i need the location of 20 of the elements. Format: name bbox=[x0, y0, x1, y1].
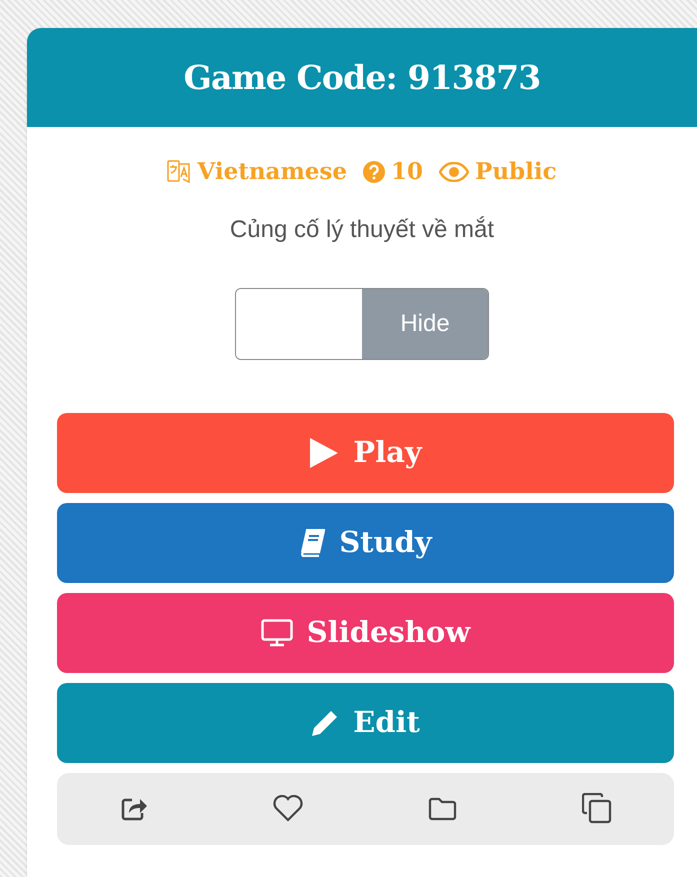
game-code-title: Game Code: 913873 bbox=[184, 56, 540, 99]
hide-toggle[interactable]: Hide bbox=[235, 288, 489, 360]
pencil-icon bbox=[311, 708, 340, 736]
play-button[interactable]: Play bbox=[57, 412, 674, 492]
book-icon bbox=[299, 528, 326, 556]
translate-icon bbox=[167, 159, 192, 186]
study-button[interactable]: Study bbox=[57, 502, 674, 582]
copy-icon[interactable] bbox=[582, 793, 612, 824]
language-label: Vietnamese bbox=[197, 157, 348, 187]
slideshow-button[interactable]: Slideshow bbox=[57, 592, 674, 672]
question-icon bbox=[363, 161, 386, 184]
game-description: Củng cố lý thuyết về mắt bbox=[228, 214, 496, 244]
play-icon bbox=[309, 436, 340, 468]
heart-icon[interactable] bbox=[273, 795, 304, 822]
folder-icon[interactable] bbox=[428, 796, 458, 820]
monitor-icon bbox=[260, 618, 293, 646]
edit-button[interactable]: Edit bbox=[57, 682, 674, 762]
visibility-label: Public bbox=[475, 157, 557, 187]
question-count: 10 bbox=[391, 157, 424, 187]
eye-icon bbox=[439, 162, 470, 182]
